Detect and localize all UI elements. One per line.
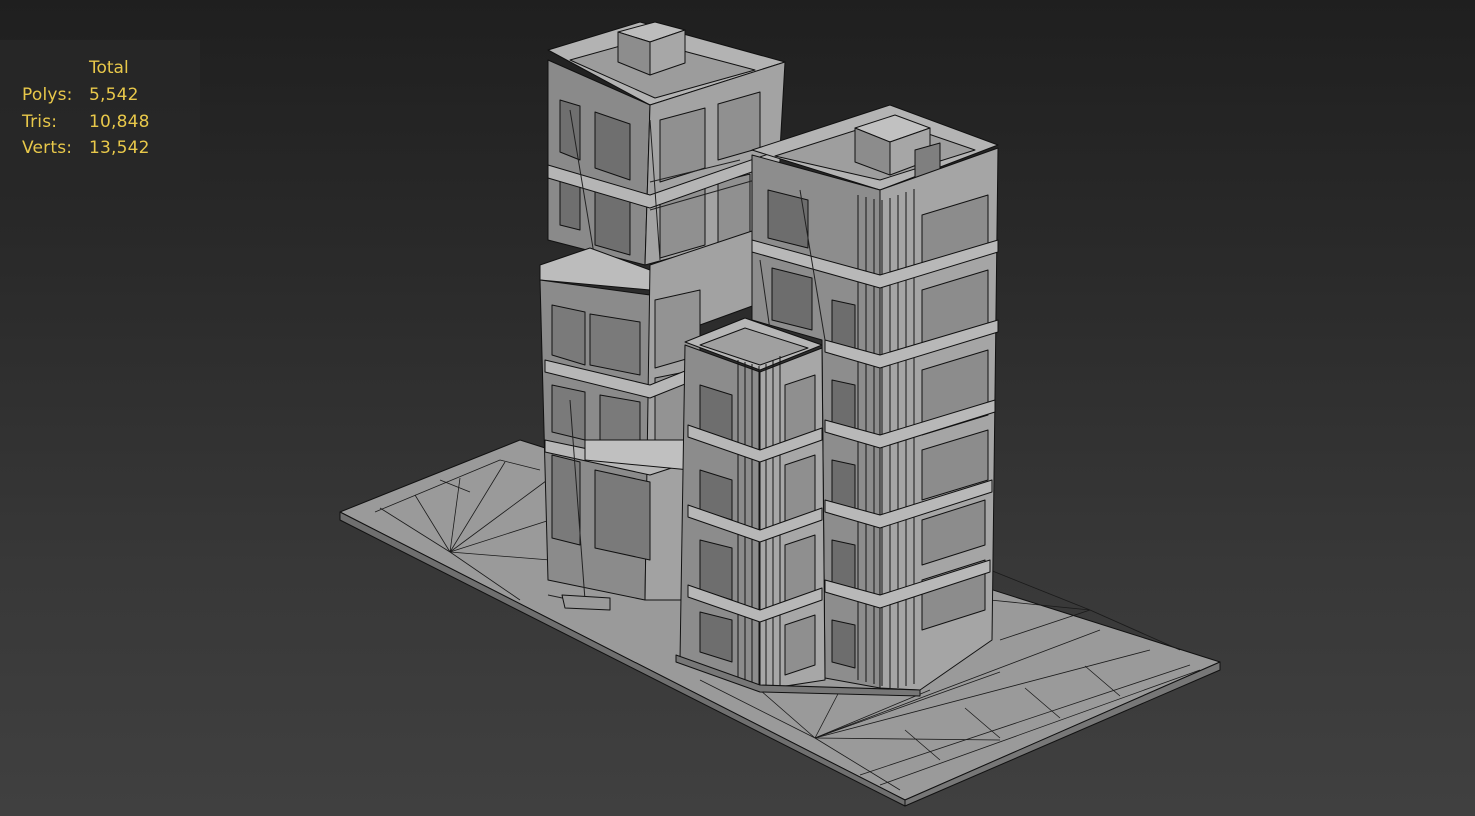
stats-row-polys: Polys: 5,542 [22,85,139,105]
stats-value: 5,542 [89,85,139,105]
stats-label: Tris: [22,112,58,132]
stats-value: 10,848 [89,112,150,132]
stats-label: Polys: [22,85,73,105]
left-tower [547,21,786,266]
stats-row-tris: Tris: 10,848 [22,112,150,132]
viewport-statistics: Total Polys: 5,542 Tris: 10,848 Verts: 13,5… [0,40,200,200]
stats-value: 13,542 [89,138,150,158]
stats-label: Verts: [22,138,73,158]
stats-header: Total [89,58,129,78]
stats-row-verts: Verts: 13,542 [22,138,150,158]
3d-viewport[interactable]: Total Polys: 5,542 Tris: 10,848 Verts: 13,5… [0,0,1475,816]
building-mesh[interactable] [0,0,1475,816]
